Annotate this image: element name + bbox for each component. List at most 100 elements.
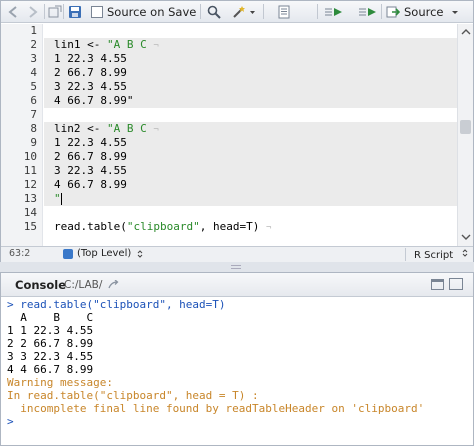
code-text: read.table("clipboard", head=T) ¬ [54, 220, 272, 233]
console-line: 3 3 22.3 4.55 [7, 350, 94, 363]
line-number: 1 [30, 24, 37, 37]
toolbar-divider [263, 4, 264, 19]
line-number: 3 [30, 52, 37, 65]
scroll-up-icon[interactable] [459, 27, 473, 37]
scrollbar-thumb[interactable] [460, 120, 471, 134]
console-warning-line: incomplete final line found by readTable… [7, 402, 425, 415]
code-text: 4 66.7 8.99 [54, 178, 134, 191]
chevron-updown-icon[interactable] [460, 248, 470, 258]
console-pane: Console C:/LAB/ > read.table("clipboard"… [0, 272, 474, 446]
scope-selector[interactable]: (Top Level) [63, 248, 145, 259]
minimize-pane-icon[interactable] [431, 279, 444, 290]
code-line[interactable]: 10 2 66.7 8.99 [1, 150, 457, 164]
code-tools-wand-icon[interactable] [232, 3, 246, 20]
console-warning-line: In read.table("clipboard", head = T) : [7, 389, 259, 402]
code-line[interactable]: 8 lin2 <- "A B C ¬ [1, 122, 457, 136]
maximize-pane-icon[interactable] [449, 278, 463, 290]
working-directory-path: C:/LAB/ [64, 279, 120, 291]
console-line: A B C [7, 311, 94, 324]
line-number: 11 [23, 164, 37, 177]
save-icon[interactable] [68, 3, 82, 20]
code-line[interactable]: 14 [1, 206, 457, 220]
code-editor[interactable]: 1 2 lin1 <- "A B C ¬ 3 1 22.3 4.55 4 2 6… [1, 24, 457, 246]
source-button[interactable]: Source [386, 3, 470, 20]
scope-label: (Top Level) [77, 248, 132, 259]
toolbar-divider [317, 4, 318, 19]
code-line[interactable]: 13 " [1, 192, 457, 206]
line-number: 4 [30, 66, 37, 79]
file-type-selector[interactable]: R Script [405, 248, 470, 261]
console-line: 4 4 66.7 8.99 [7, 363, 94, 376]
checkbox-icon[interactable] [91, 5, 103, 18]
function-icon [63, 248, 73, 259]
code-text: 1 22.3 4.55 [54, 52, 134, 65]
code-text: 3 22.3 4.55 [54, 80, 134, 93]
editor-statusbar: 63:2 (Top Level) R Script [1, 246, 473, 262]
line-number: 15 [23, 220, 37, 233]
toolbar-divider [200, 4, 201, 19]
editor-toolbar: Source on Save Source [1, 1, 473, 23]
back-arrow-icon[interactable] [7, 3, 21, 20]
console-line: 1 1 22.3 4.55 [7, 324, 94, 337]
console-warning-line: Warning message: [7, 376, 113, 389]
code-text: lin1 <- "A B C ¬ [54, 38, 159, 51]
console-header: Console C:/LAB/ [1, 273, 473, 297]
code-text: 2 66.7 8.99 [54, 150, 134, 163]
code-line[interactable]: 4 2 66.7 8.99 [1, 66, 457, 80]
toolbar-divider [63, 4, 64, 19]
toolbar-divider [381, 4, 382, 19]
line-number: 5 [30, 80, 37, 93]
line-number: 8 [30, 122, 37, 135]
line-number: 7 [30, 108, 37, 121]
cursor-position: 63:2 [9, 248, 31, 259]
editor-scrollbar[interactable] [457, 24, 473, 246]
text-cursor [60, 193, 62, 205]
chevron-updown-icon[interactable] [135, 249, 145, 259]
go-to-directory-icon[interactable] [108, 279, 120, 290]
source-on-save-label: Source on Save [107, 4, 197, 19]
code-line[interactable]: 12 4 66.7 8.99 [1, 178, 457, 192]
line-number: 14 [23, 206, 37, 219]
console-tab-title[interactable]: Console [15, 278, 66, 292]
line-number: 13 [23, 192, 37, 205]
console-input-prompt[interactable]: > [7, 415, 473, 428]
chevron-down-icon[interactable] [249, 3, 256, 20]
chevron-down-icon[interactable] [450, 5, 460, 19]
search-icon[interactable] [207, 3, 221, 20]
line-number: 10 [23, 150, 37, 163]
forward-arrow-icon[interactable] [25, 3, 39, 20]
compile-report-icon[interactable] [277, 3, 291, 20]
code-text: lin2 <- "A B C ¬ [54, 122, 159, 135]
splitter-grip[interactable] [231, 265, 241, 269]
line-number: 12 [23, 178, 37, 191]
code-text: 1 22.3 4.55 [54, 136, 134, 149]
code-text: 4 66.7 8.99" [54, 94, 134, 107]
pane-splitter[interactable] [0, 262, 474, 272]
code-text: " [54, 192, 62, 205]
toolbar-divider [44, 4, 45, 19]
line-number: 2 [30, 38, 37, 51]
code-line[interactable]: 5 3 22.3 4.55 [1, 80, 457, 94]
scroll-down-icon[interactable] [459, 232, 473, 242]
console-line: 2 2 66.7 8.99 [7, 337, 94, 350]
console-output[interactable]: > read.table("clipboard", head=T) A B C … [1, 297, 473, 445]
source-on-save-checkbox[interactable]: Source on Save [91, 3, 196, 20]
line-number: 6 [30, 94, 37, 107]
console-line: > read.table("clipboard", head=T) [7, 298, 226, 311]
code-line[interactable]: 1 [1, 24, 457, 38]
source-arrow-icon [386, 6, 400, 17]
code-line[interactable]: 3 1 22.3 4.55 [1, 52, 457, 66]
code-line[interactable]: 2 lin1 <- "A B C ¬ [1, 38, 457, 52]
code-line[interactable]: 7 [1, 108, 457, 122]
code-line[interactable]: 9 1 22.3 4.55 [1, 136, 457, 150]
code-line[interactable]: 15 read.table("clipboard", head=T) ¬ [1, 220, 457, 234]
code-line[interactable]: 11 3 22.3 4.55 [1, 164, 457, 178]
code-text: 3 22.3 4.55 [54, 164, 134, 177]
code-line[interactable]: 6 4 66.7 8.99" [1, 94, 457, 108]
rerun-icon[interactable] [358, 3, 378, 20]
line-number: 9 [30, 136, 37, 149]
code-text: 2 66.7 8.99 [54, 66, 134, 79]
run-line-icon[interactable] [324, 3, 344, 20]
file-type-label: R Script [414, 250, 454, 261]
show-in-new-window-icon[interactable] [48, 3, 62, 20]
